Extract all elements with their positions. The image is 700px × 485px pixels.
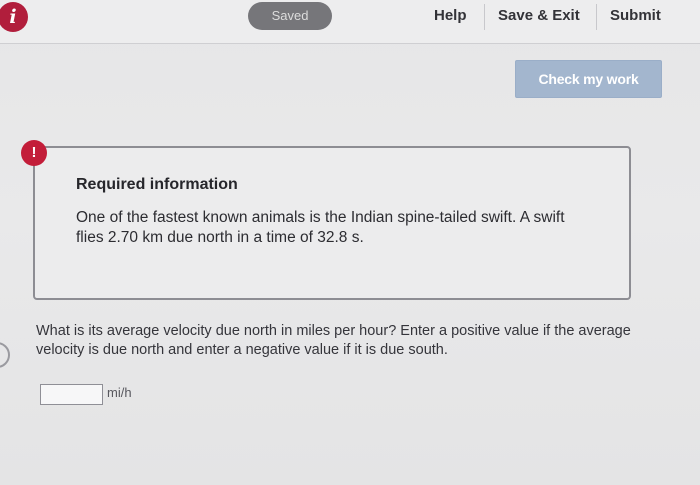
required-info-text: One of the fastest known animals is the … [76, 209, 565, 246]
saved-status-badge: Saved [248, 2, 332, 30]
required-info-title: Required information [76, 176, 238, 193]
unit-label: mi/h [107, 385, 132, 400]
save-exit-button[interactable]: Save & Exit [498, 5, 580, 27]
toolbar-divider [596, 4, 597, 30]
info-icon[interactable]: i [0, 2, 28, 32]
help-button[interactable]: Help [434, 5, 467, 27]
toolbar-divider [484, 4, 485, 30]
top-bar: i Saved Help Save & Exit Submit [0, 0, 700, 44]
answer-input[interactable] [40, 384, 103, 405]
question-marker-icon [0, 342, 10, 368]
alert-icon: ! [21, 140, 47, 166]
question-text: What is its average velocity due north i… [36, 323, 631, 358]
check-my-work-button[interactable]: Check my work [515, 60, 662, 98]
submit-button[interactable]: Submit [610, 5, 661, 27]
